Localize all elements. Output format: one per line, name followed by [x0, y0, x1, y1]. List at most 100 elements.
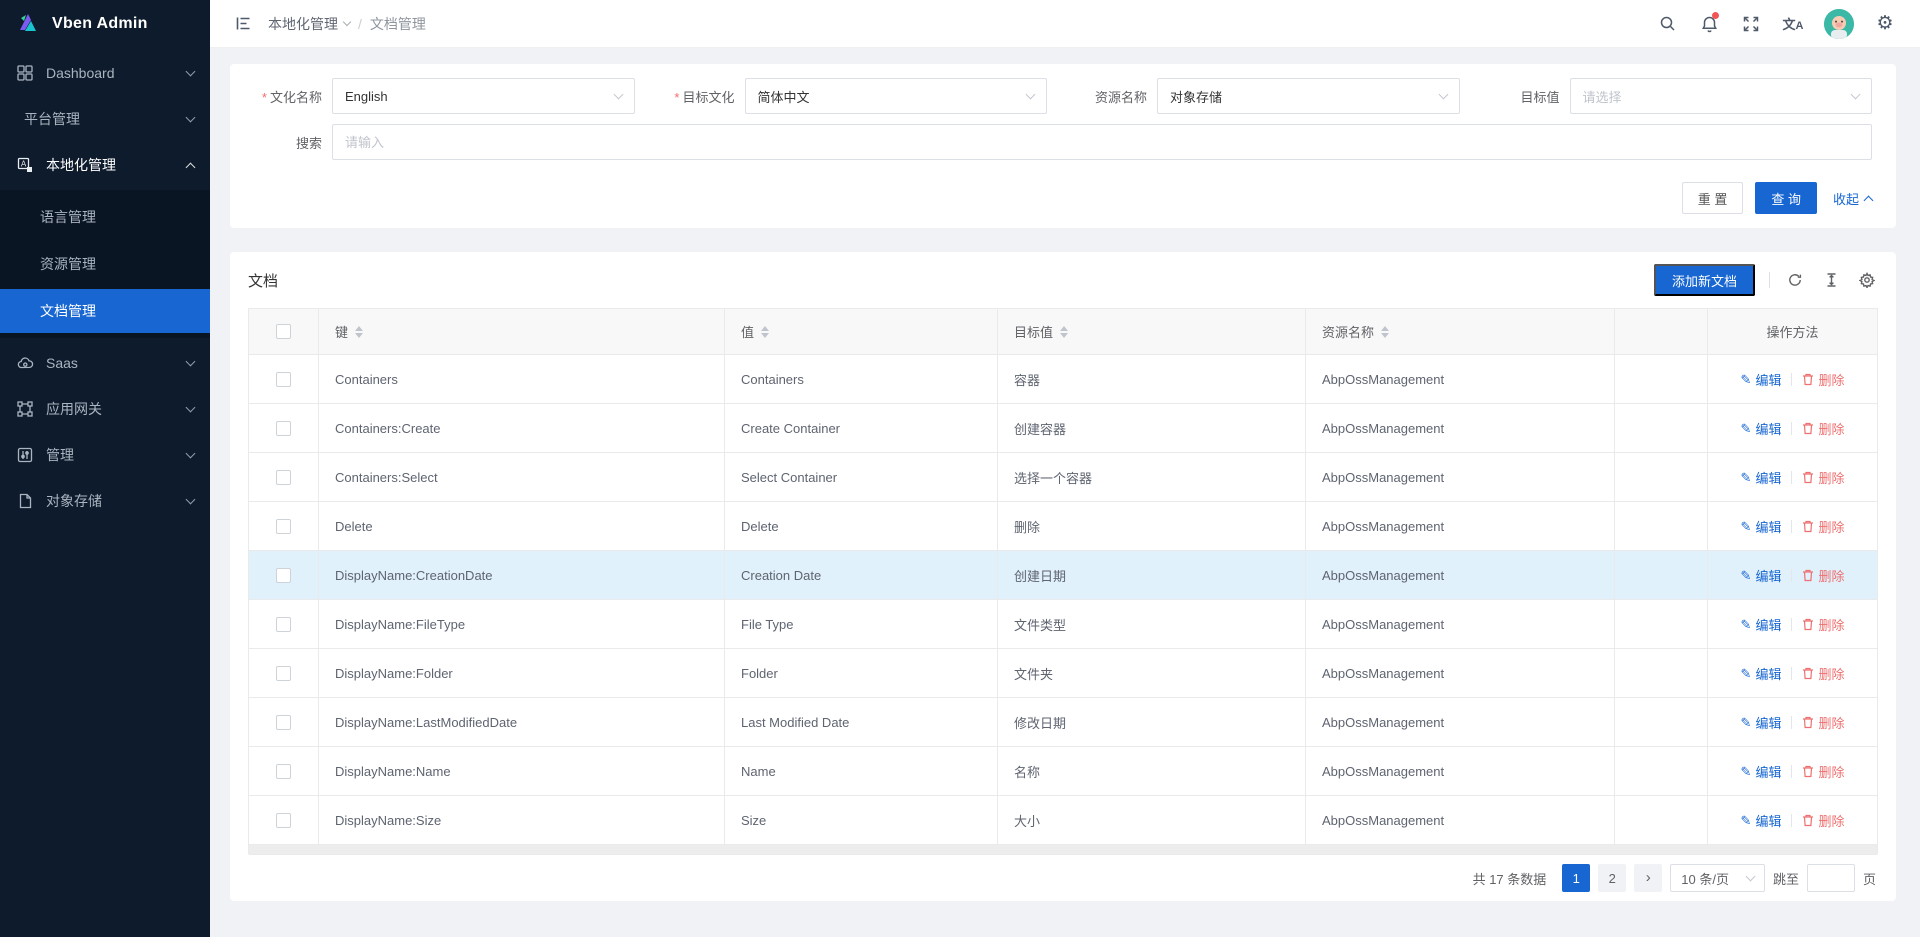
cell-actions: ✎编辑 删除 — [1708, 404, 1877, 452]
search-icon[interactable] — [1648, 0, 1686, 48]
delete-button[interactable]: 删除 — [1802, 419, 1844, 438]
fullscreen-icon[interactable] — [1732, 0, 1770, 48]
sort-icon[interactable] — [355, 326, 363, 338]
jump-label: 跳至 — [1773, 869, 1799, 888]
column-header-key[interactable]: 键 — [319, 309, 725, 354]
sidebar-item-label: 平台管理 — [24, 109, 187, 129]
menu-fold-icon[interactable] — [226, 7, 260, 41]
sidebar-item-object-storage[interactable]: 对象存储 — [0, 480, 210, 522]
edit-button[interactable]: ✎编辑 — [1741, 468, 1782, 487]
row-checkbox[interactable] — [276, 764, 291, 779]
horizontal-scrollbar[interactable] — [248, 845, 1878, 855]
logo[interactable]: Vben Admin — [0, 0, 210, 48]
row-checkbox[interactable] — [276, 421, 291, 436]
culture-name-select[interactable]: English — [332, 78, 635, 114]
collapse-link[interactable]: 收起 — [1833, 189, 1872, 208]
collapse-label: 收起 — [1833, 189, 1859, 208]
pagination-next-button[interactable]: › — [1634, 864, 1662, 892]
row-checkbox[interactable] — [276, 470, 291, 485]
column-header-value[interactable]: 值 — [725, 309, 998, 354]
edit-button[interactable]: ✎编辑 — [1741, 566, 1782, 585]
edit-button[interactable]: ✎编辑 — [1741, 762, 1782, 781]
edit-button[interactable]: ✎编辑 — [1741, 517, 1782, 536]
sidebar-item-platform[interactable]: 平台管理 — [0, 98, 210, 140]
bell-icon[interactable] — [1690, 0, 1728, 48]
edit-button[interactable]: ✎编辑 — [1741, 811, 1782, 830]
add-document-button[interactable]: 添加新文档 — [1654, 264, 1755, 296]
edit-button[interactable]: ✎编辑 — [1741, 664, 1782, 683]
pagination-page-1[interactable]: 1 — [1562, 864, 1590, 892]
row-checkbox[interactable] — [276, 519, 291, 534]
refresh-icon[interactable] — [1784, 269, 1806, 291]
page-size-select[interactable]: 10 条/页 — [1670, 864, 1765, 892]
delete-button[interactable]: 删除 — [1802, 762, 1844, 781]
sidebar-item-dashboard[interactable]: Dashboard — [0, 52, 210, 94]
table-row[interactable]: Containers:Select Select Container 选择一个容… — [249, 453, 1877, 502]
sort-icon[interactable] — [1060, 326, 1068, 338]
table-settings-gear-icon[interactable] — [1856, 269, 1878, 291]
edit-pencil-icon: ✎ — [1741, 716, 1752, 729]
column-header-target[interactable]: 目标值 — [998, 309, 1306, 354]
sidebar-item-saas[interactable]: Saas — [0, 342, 210, 384]
table-row[interactable]: Containers:Create Create Container 创建容器 … — [249, 404, 1877, 453]
row-checkbox[interactable] — [276, 715, 291, 730]
edit-button[interactable]: ✎编辑 — [1741, 713, 1782, 732]
delete-button[interactable]: 删除 — [1802, 370, 1844, 389]
edit-button[interactable]: ✎编辑 — [1741, 615, 1782, 634]
sidebar-item-label: 管理 — [46, 445, 187, 465]
delete-button[interactable]: 删除 — [1802, 713, 1844, 732]
header-checkbox-cell — [249, 309, 319, 354]
row-checkbox-cell — [249, 355, 319, 403]
table-row[interactable]: DisplayName:Name Name 名称 AbpOssManagemen… — [249, 747, 1877, 796]
delete-button[interactable]: 删除 — [1802, 664, 1844, 683]
select-all-checkbox[interactable] — [276, 324, 291, 339]
sidebar-item-language-management[interactable]: 语言管理 — [0, 195, 210, 239]
sidebar-item-document-management[interactable]: 文档管理 — [0, 289, 210, 333]
reset-button[interactable]: 重 置 — [1682, 182, 1744, 214]
edit-pencil-icon: ✎ — [1741, 765, 1752, 778]
edit-button[interactable]: ✎编辑 — [1741, 370, 1782, 389]
search-input[interactable] — [332, 124, 1872, 160]
target-value-select[interactable]: 请选择 — [1570, 78, 1873, 114]
row-checkbox[interactable] — [276, 568, 291, 583]
sidebar-item-gateway[interactable]: 应用网关 — [0, 388, 210, 430]
cell-empty — [1615, 355, 1708, 403]
table-row[interactable]: Containers Containers 容器 AbpOssManagemen… — [249, 355, 1877, 404]
delete-button[interactable]: 删除 — [1802, 566, 1844, 585]
gear-icon[interactable]: ⚙ — [1866, 0, 1904, 48]
cloud-icon — [16, 354, 34, 372]
avatar[interactable] — [1824, 9, 1854, 39]
query-button[interactable]: 查 询 — [1755, 182, 1817, 214]
translate-icon[interactable]: 文A — [1774, 0, 1812, 48]
table-row[interactable]: Delete Delete 删除 AbpOssManagement ✎编辑 删除 — [249, 502, 1877, 551]
jump-page-input[interactable] — [1807, 864, 1855, 892]
sort-icon[interactable] — [761, 326, 769, 338]
delete-button[interactable]: 删除 — [1802, 615, 1844, 634]
sidebar-item-resource-management[interactable]: 资源管理 — [0, 242, 210, 286]
target-culture-select[interactable]: 简体中文 — [745, 78, 1048, 114]
row-height-icon[interactable] — [1820, 269, 1842, 291]
trash-icon — [1802, 667, 1814, 680]
edit-button[interactable]: ✎编辑 — [1741, 419, 1782, 438]
pagination-page-2[interactable]: 2 — [1598, 864, 1626, 892]
table-row[interactable]: DisplayName:LastModifiedDate Last Modifi… — [249, 698, 1877, 747]
sidebar-item-localization[interactable]: A 本地化管理 — [0, 144, 210, 186]
table-row-highlighted[interactable]: DisplayName:CreationDate Creation Date 创… — [249, 551, 1877, 600]
sidebar-item-management[interactable]: 管理 — [0, 434, 210, 476]
delete-button[interactable]: 删除 — [1802, 517, 1844, 536]
resource-name-select[interactable]: 对象存储 — [1157, 78, 1460, 114]
jump-unit: 页 — [1863, 869, 1876, 888]
delete-button[interactable]: 删除 — [1802, 811, 1844, 830]
table-row[interactable]: DisplayName:Folder Folder 文件夹 AbpOssMana… — [249, 649, 1877, 698]
edit-pencil-icon: ✎ — [1741, 667, 1752, 680]
breadcrumb-parent[interactable]: 本地化管理 — [268, 14, 350, 34]
sort-icon[interactable] — [1381, 326, 1389, 338]
row-checkbox[interactable] — [276, 666, 291, 681]
table-row[interactable]: DisplayName:Size Size 大小 AbpOssManagemen… — [249, 796, 1877, 845]
row-checkbox[interactable] — [276, 813, 291, 828]
delete-button[interactable]: 删除 — [1802, 468, 1844, 487]
column-header-resource[interactable]: 资源名称 — [1306, 309, 1615, 354]
row-checkbox[interactable] — [276, 372, 291, 387]
row-checkbox[interactable] — [276, 617, 291, 632]
table-row[interactable]: DisplayName:FileType File Type 文件类型 AbpO… — [249, 600, 1877, 649]
